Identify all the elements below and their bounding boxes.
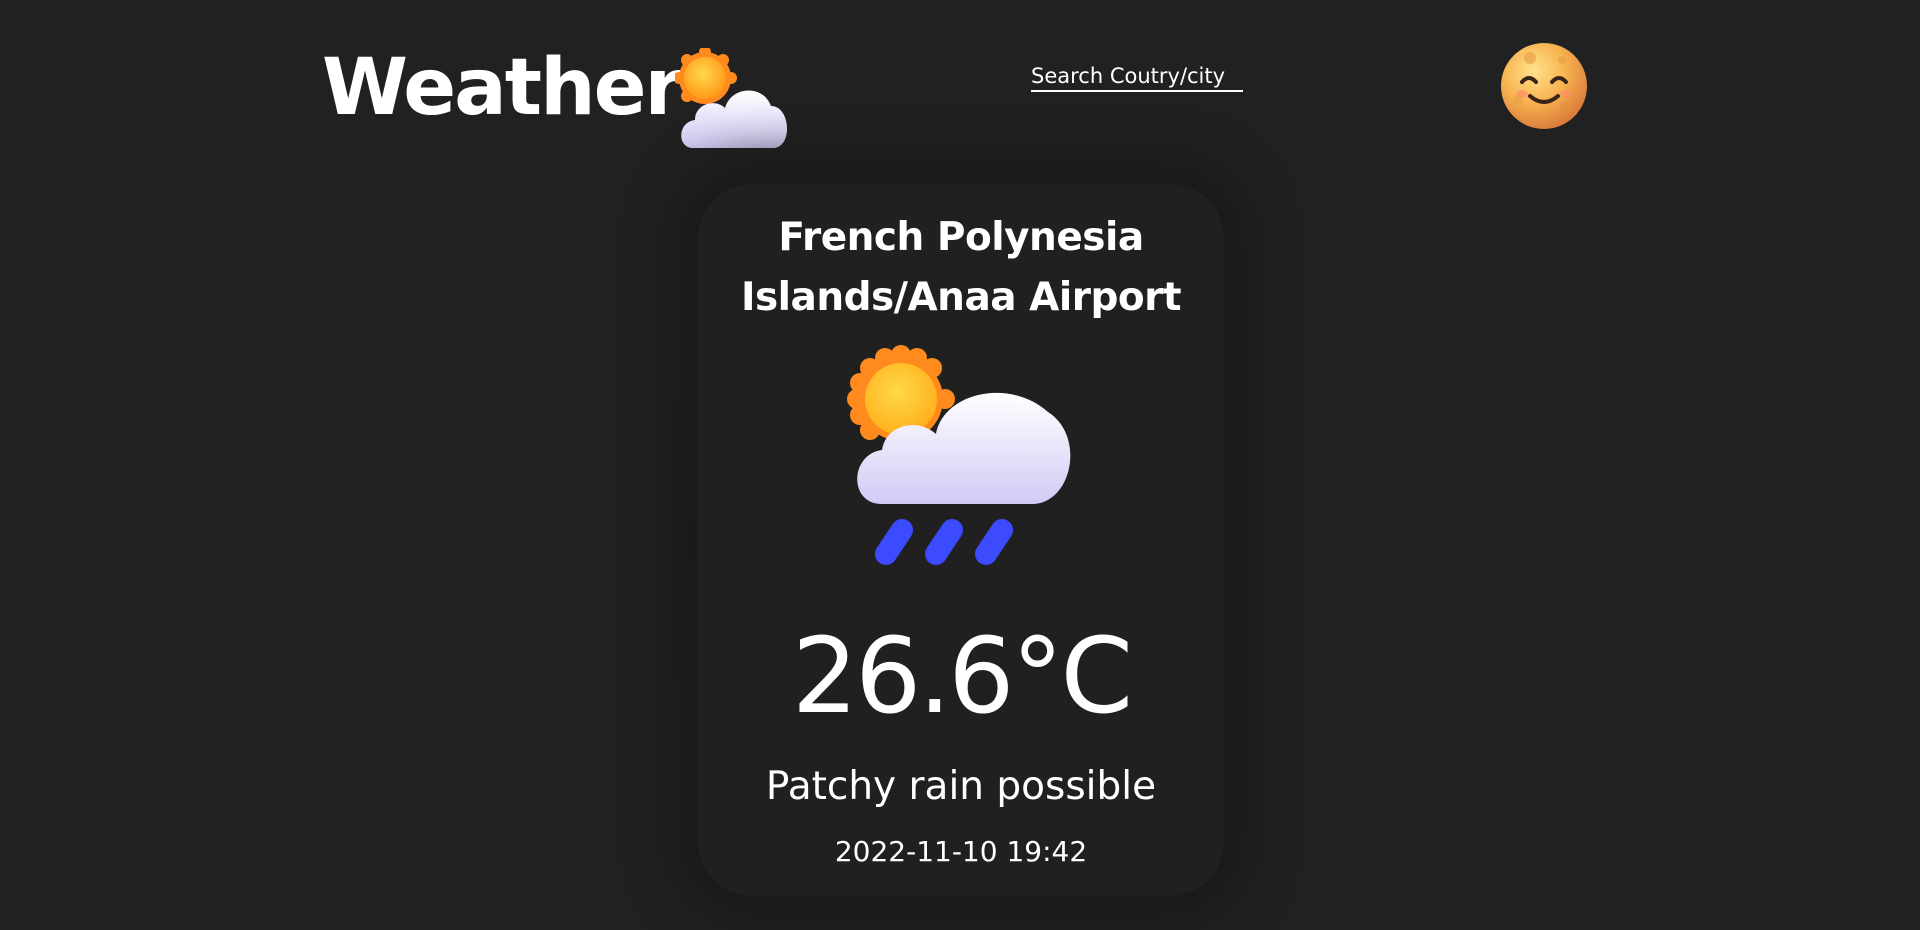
temperature-value: 26.6°C — [791, 615, 1133, 737]
search-input[interactable] — [1031, 64, 1243, 92]
app-header: Weather — [0, 0, 1920, 160]
location-line-1: French Polynesia — [778, 215, 1144, 260]
location-line-2: Islands/Anaa Airport — [740, 275, 1182, 320]
weather-card: French Polynesia Islands/Anaa Airport 26… — [698, 184, 1224, 896]
location-name: French Polynesia Islands/Anaa Airport — [698, 208, 1224, 328]
search-field — [1031, 64, 1243, 92]
weather-condition: Patchy rain possible — [765, 764, 1157, 809]
sun-behind-cloud-icon — [674, 48, 788, 148]
smiling-moon-face-icon[interactable] — [1500, 42, 1588, 130]
sun-behind-rain-cloud-icon — [847, 345, 1071, 565]
app-title: Weather — [322, 43, 683, 133]
local-datetime: 2022-11-10 19:42 — [834, 835, 1088, 868]
brand: Weather — [322, 40, 791, 148]
